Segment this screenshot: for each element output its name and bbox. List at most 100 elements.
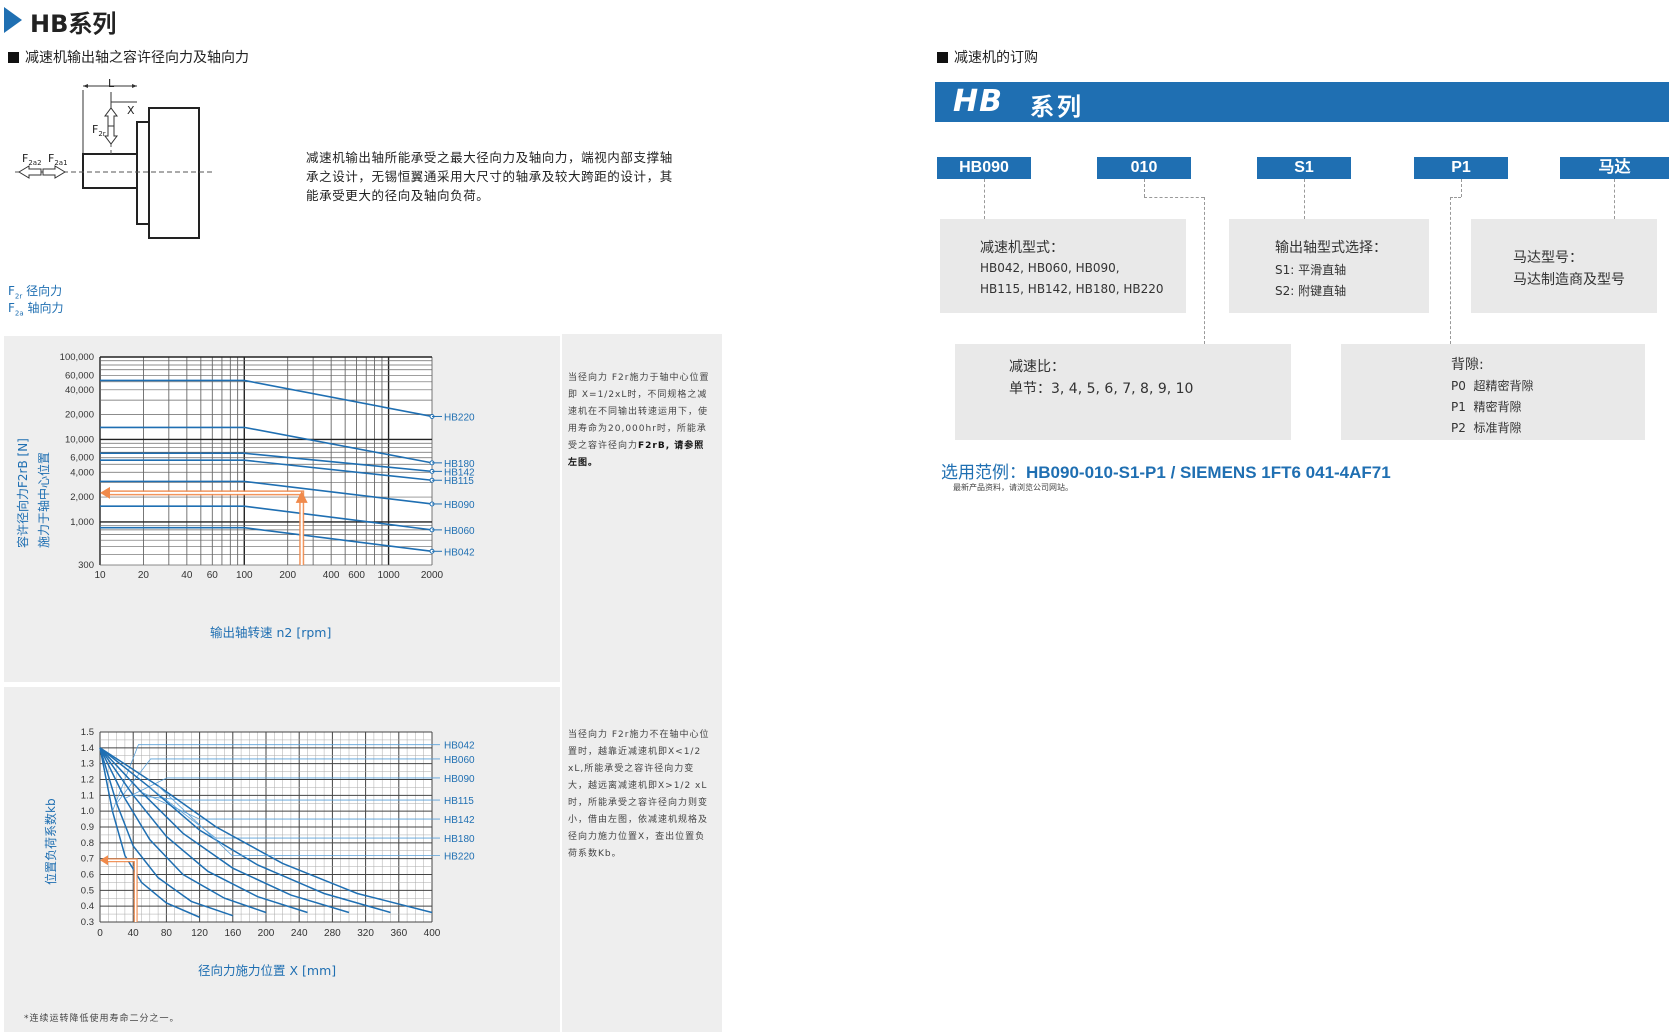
x-tick-label: 20 — [138, 570, 150, 581]
square-bullet-icon — [937, 52, 948, 63]
y-tick-label: 20,000 — [65, 410, 94, 421]
x-tick-label: 10 — [94, 570, 106, 581]
code-tag-model: HB090 — [937, 157, 1031, 179]
legend-radial: F2r 径向力 — [8, 284, 63, 301]
y-tick-label: 0.4 — [81, 901, 94, 912]
box-model: 减速机型式： HB042, HB060, HB090, HB115, HB142… — [940, 219, 1186, 313]
series-label: HB180 — [444, 834, 475, 845]
order-example-value: HB090-010-S1-P1 / SIEMENS 1FT6 041-4AF71 — [1026, 463, 1391, 482]
chart1-ylabel: 容许径向力F2rB [N] — [16, 438, 30, 548]
connector — [1461, 179, 1462, 197]
y-tick-label: 0.5 — [81, 885, 94, 896]
x-tick-label: 360 — [390, 928, 407, 939]
connector — [1204, 197, 1205, 344]
y-tick-label: 40,000 — [65, 385, 94, 396]
x-tick-label: 600 — [348, 570, 365, 581]
diagram-label-f2a1: F2a1 — [48, 152, 68, 168]
y-tick-label: 1.3 — [81, 759, 94, 770]
chart2-ylabel: 位置负荷系数kb — [44, 798, 58, 885]
connector — [984, 179, 985, 219]
series-title: HB系列 — [30, 10, 117, 38]
banner-series: 系列 — [1030, 93, 1084, 121]
series-label: HB042 — [444, 741, 475, 752]
series-label: HB115 — [444, 796, 474, 807]
x-tick-label: 1000 — [377, 570, 400, 581]
y-tick-label: 300 — [78, 560, 94, 571]
triangle-marker-icon — [4, 7, 22, 33]
connector — [1144, 197, 1204, 198]
y-tick-label: 1.5 — [81, 727, 94, 738]
x-tick-label: 40 — [128, 928, 140, 939]
code-tag-backlash: P1 — [1414, 157, 1508, 179]
connector — [1144, 179, 1145, 197]
x-tick-label: 320 — [357, 928, 374, 939]
y-tick-label: 0.9 — [81, 822, 94, 833]
y-tick-label: 60,000 — [65, 370, 94, 381]
y-tick-label: 4,000 — [70, 467, 94, 478]
series-label: HB060 — [444, 526, 475, 537]
website-note: 最新产品资料，请浏览公司网站。 — [953, 483, 1073, 492]
chart1-xlabel: 输出轴转速 n2 [rpm] — [210, 625, 332, 640]
y-tick-label: 1.2 — [81, 775, 94, 786]
square-bullet-icon — [8, 52, 19, 63]
x-tick-label: 40 — [181, 570, 193, 581]
x-tick-label: 200 — [279, 570, 296, 581]
connector — [1450, 197, 1451, 344]
code-tag-shaft: S1 — [1257, 157, 1351, 179]
x-tick-label: 280 — [324, 928, 341, 939]
y-tick-label: 100,000 — [60, 352, 94, 363]
connector — [1450, 197, 1461, 198]
y-tick-label: 0.6 — [81, 870, 94, 881]
y-tick-label: 1.0 — [81, 806, 94, 817]
position-factor-chart: 0 40 80 120 160 200 240 280 320 360 400 0.3 0.4 0.5 0.… — [81, 727, 475, 939]
hb-series-banner: HB 系列 — [935, 82, 1669, 122]
box-shaft: 输出轴型式选择： S1: 平滑直轴 S2: 附键直轴 — [1229, 219, 1429, 313]
x-tick-label: 80 — [161, 928, 173, 939]
diagram-label-f2r: F2r — [92, 123, 106, 139]
connector — [1614, 179, 1615, 219]
series-label: HB220 — [444, 412, 475, 423]
code-tag-ratio: 010 — [1097, 157, 1191, 179]
note-radial-offset: 当径向力 F2r施力不在轴中心位置时，越靠近减速机即X<1/2 xL,所能承受之… — [568, 730, 710, 859]
diagram-label-x: X — [127, 104, 135, 117]
shaft-description: 减速机输出轴所能承受之最大径向力及轴向力，端视内部支撑轴承之设计，无锡恒翼通采用… — [306, 150, 673, 203]
banner-hb: HB — [953, 84, 1003, 119]
y-tick-label: 10,000 — [65, 434, 94, 445]
y-tick-label: 0.7 — [81, 854, 94, 865]
series-label: HB042 — [444, 547, 475, 558]
order-title: 减速机的订购 — [937, 47, 1038, 67]
y-tick-label: 0.3 — [81, 917, 94, 928]
box-ratio: 减速比： 单节：3, 4, 5, 6, 7, 8, 9, 10 — [955, 344, 1291, 440]
y-tick-label: 1.1 — [81, 790, 94, 801]
y-tick-label: 1.4 — [81, 743, 94, 754]
y-tick-label: 2,000 — [70, 492, 94, 503]
series-label: HB090 — [444, 500, 475, 511]
order-example-label: 选用范例： — [941, 463, 1026, 482]
series-label: HB220 — [444, 852, 475, 863]
series-label: HB142 — [444, 815, 475, 826]
x-tick-label: 0 — [97, 928, 103, 939]
diagram-label-f2a2: F2a2 — [22, 152, 42, 168]
order-example: 选用范例：HB090-010-S1-P1 / SIEMENS 1FT6 041-… — [941, 458, 1391, 483]
chart1-ylabel2: 施力于轴中心位置 — [37, 451, 51, 548]
code-tag-motor: 马达 — [1560, 157, 1669, 179]
x-tick-label: 160 — [224, 928, 241, 939]
y-tick-label: 6,000 — [70, 453, 94, 464]
box-motor: 马达型号： 马达制造商及型号 — [1471, 219, 1657, 313]
shaft-diagram — [15, 84, 215, 239]
series-label: HB115 — [444, 476, 474, 487]
x-tick-label: 400 — [424, 928, 441, 939]
x-tick-label: 100 — [236, 570, 253, 581]
series-label: HB060 — [444, 755, 475, 766]
x-tick-label: 240 — [291, 928, 308, 939]
footnote: *连续运转降低使用寿命二分之一。 — [24, 1014, 180, 1024]
section-title: 减速机输出轴之容许径向力及轴向力 — [8, 47, 249, 67]
box-backlash: 背隙: P0 超精密背隙 P1 精密背隙 P2 标准背隙 — [1341, 344, 1645, 440]
x-tick-label: 2000 — [421, 570, 444, 581]
x-tick-label: 120 — [191, 928, 208, 939]
chart2-xlabel: 径向力施力位置 X [mm] — [198, 963, 337, 978]
y-tick-label: 1,000 — [70, 517, 94, 528]
diagram-label-l: L — [108, 77, 115, 90]
connector — [1304, 179, 1305, 219]
x-tick-label: 60 — [207, 570, 219, 581]
